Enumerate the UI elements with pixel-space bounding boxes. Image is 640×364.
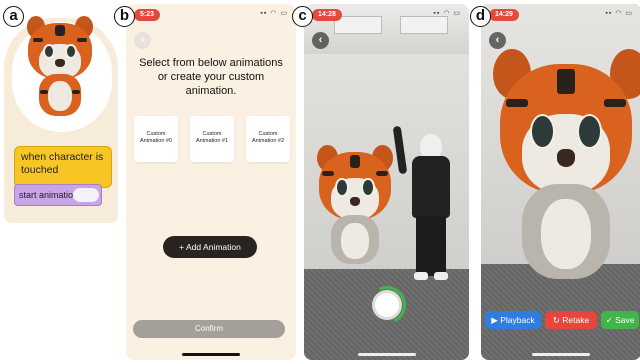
animation-card-0[interactable]: Custom Animation #0 xyxy=(134,116,178,162)
figure: a b c d when character is touched start … xyxy=(0,0,640,364)
event-block-when-touched[interactable]: when character is touched xyxy=(14,146,112,188)
add-animation-button[interactable]: + Add Animation xyxy=(163,236,257,258)
panel-label-a: a xyxy=(3,6,24,27)
phone-screen-ar-recording: 14:28 ▪▪ ◠ ▭ ‹ xyxy=(304,4,469,360)
status-icons: ▪▪ ◠ ▭ xyxy=(605,10,633,17)
back-button[interactable]: ‹ xyxy=(312,32,329,49)
status-time: 5:23 xyxy=(134,9,161,21)
person-legs xyxy=(416,216,446,276)
home-indicator xyxy=(532,353,590,356)
status-time: 14:29 xyxy=(489,9,519,21)
home-indicator xyxy=(182,353,240,356)
home-indicator xyxy=(357,353,416,356)
playback-button[interactable]: ▶ Playback xyxy=(485,311,541,329)
person-body xyxy=(412,156,450,218)
plus-icon: + xyxy=(179,242,185,252)
retake-label: Retake xyxy=(562,315,590,325)
ar-tiger-icon[interactable] xyxy=(312,142,398,272)
phone-screen-ar-review: 14:29 ▪▪ ◠ ▭ ‹ ▶ Playback ↻ Retake ✓ Sav… xyxy=(481,4,640,360)
panel-label-d: d xyxy=(470,6,491,27)
back-button[interactable]: ‹ xyxy=(489,32,506,49)
panel-label-b: b xyxy=(114,6,135,27)
animation-slot-input[interactable] xyxy=(73,188,99,202)
play-icon: ▶ xyxy=(491,315,498,325)
tiger-character-icon[interactable] xyxy=(22,14,98,122)
save-label: Save xyxy=(615,315,635,325)
person-shoe-right xyxy=(434,272,448,280)
person-shoe-left xyxy=(414,272,428,280)
playback-label: Playback xyxy=(500,315,535,325)
phone-screen-animation-select: 5:23 ▪▪ ◠ ▭ ‹ Select from below animatio… xyxy=(126,4,296,360)
status-icons: ▪▪ ◠ ▭ xyxy=(433,10,461,17)
add-animation-label: Add Animation xyxy=(186,242,241,252)
animation-card-2[interactable]: Custom Animation #2 xyxy=(246,116,290,162)
record-button[interactable] xyxy=(372,290,402,320)
animation-card-1[interactable]: Custom Animation #1 xyxy=(190,116,234,162)
status-time: 14:28 xyxy=(312,9,342,21)
retake-icon: ↻ xyxy=(552,315,560,325)
check-icon: ✓ xyxy=(605,315,613,325)
save-button[interactable]: ✓ Save xyxy=(601,311,639,329)
back-button[interactable]: ‹ xyxy=(134,32,151,49)
status-icons: ▪▪ ◠ ▭ xyxy=(260,10,288,17)
retake-button[interactable]: ↻ Retake xyxy=(545,311,597,329)
ar-tiger-closeup-icon[interactable] xyxy=(487,44,640,294)
page-title: Select from below animations or create y… xyxy=(139,57,283,97)
confirm-button[interactable]: Confirm xyxy=(133,320,285,338)
panel-label-c: c xyxy=(292,6,313,27)
